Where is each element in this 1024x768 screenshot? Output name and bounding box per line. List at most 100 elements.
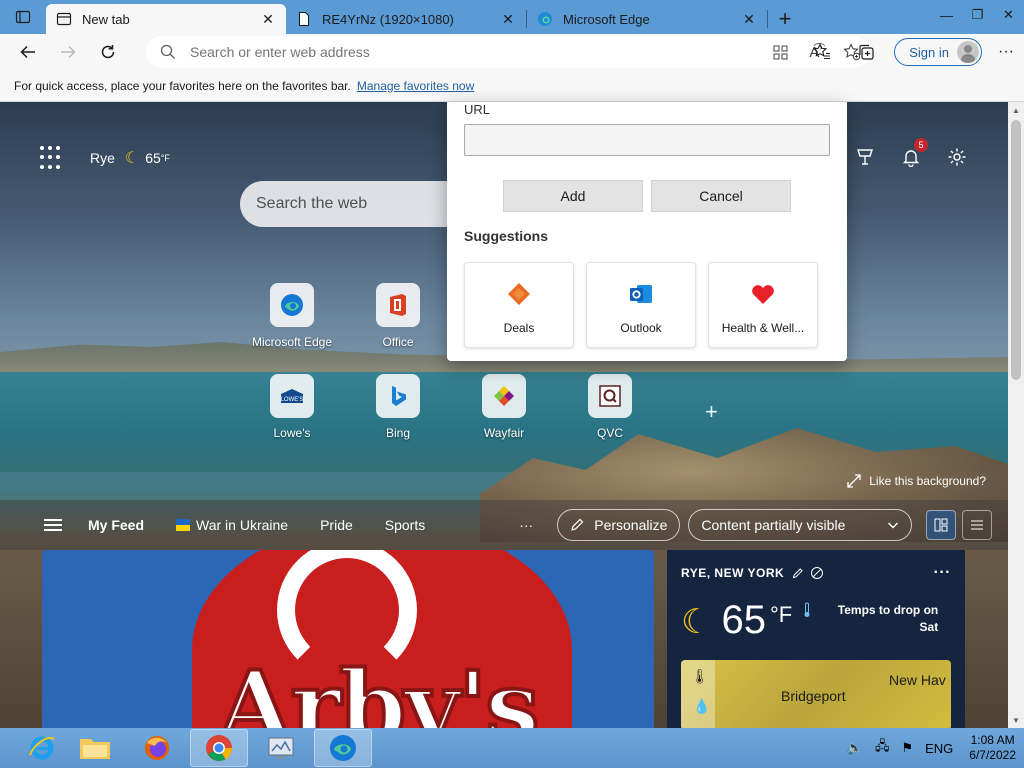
app-launcher-button[interactable] — [40, 146, 64, 170]
tab-actions-button[interactable] — [0, 0, 46, 34]
edge-taskbar-button[interactable] — [314, 729, 372, 767]
edit-location-icon[interactable] — [792, 567, 804, 579]
feed-tab-my-feed[interactable]: My Feed — [88, 517, 144, 533]
tile-label: Lowe's — [273, 426, 311, 440]
refresh-button[interactable] — [88, 36, 128, 68]
add-site-button[interactable]: + — [705, 399, 718, 425]
tab-microsoft-edge[interactable]: Microsoft Edge ✕ — [527, 4, 767, 34]
settings-more-button[interactable]: ··· — [988, 36, 1024, 68]
clock[interactable]: 1:08 AM 6/7/2022 — [969, 733, 1016, 763]
content-visibility-value: Content partially visible — [701, 517, 846, 533]
weather-location: RYE, NEW YORK — [681, 566, 785, 580]
language-indicator[interactable]: ENG — [925, 741, 953, 756]
deals-icon — [506, 281, 532, 307]
favorites-button[interactable] — [800, 36, 844, 68]
new-tab-button[interactable]: + — [768, 4, 802, 34]
url-label: URL — [464, 102, 491, 117]
internet-explorer-button[interactable] — [22, 729, 62, 767]
cancel-button[interactable]: Cancel — [651, 180, 791, 212]
restore-button[interactable]: ❐ — [962, 0, 993, 30]
scroll-up-icon[interactable]: ▲ — [1008, 102, 1024, 118]
expand-icon — [847, 474, 861, 488]
quick-link-edge[interactable]: Microsoft Edge — [252, 283, 332, 349]
url-field[interactable] — [464, 124, 830, 156]
add-button[interactable]: Add — [503, 180, 643, 212]
collections-button[interactable] — [844, 36, 888, 68]
favorites-bar-hint: For quick access, place your favorites h… — [14, 78, 351, 93]
weather-map[interactable]: 🌡 💧 Bridgeport New Hav — [681, 660, 951, 728]
close-tab-icon[interactable]: ✕ — [260, 11, 276, 28]
weather-mini[interactable]: Rye ☾ 65 °F — [90, 148, 170, 168]
clock-time: 1:08 AM — [970, 733, 1015, 747]
dialog-buttons: Add Cancel — [503, 180, 791, 212]
qvc-icon — [588, 374, 632, 418]
feed-tab-pride[interactable]: Pride — [320, 517, 353, 533]
action-center-icon[interactable]: ⚑ — [901, 740, 913, 756]
apps-available-button[interactable] — [762, 37, 798, 67]
tab-image[interactable]: RE4YrNz (1920×1080) ✕ — [286, 4, 526, 34]
list-layout-button[interactable] — [962, 510, 993, 540]
suggestion-health[interactable]: Health & Well... — [708, 262, 818, 348]
forward-button[interactable] — [48, 36, 88, 68]
address-input[interactable] — [190, 44, 762, 60]
feed-more-button[interactable]: ··· — [519, 517, 533, 533]
suggestion-label: Deals — [503, 321, 535, 335]
close-window-button[interactable]: ✕ — [993, 0, 1024, 30]
personalize-button[interactable]: Personalize — [557, 509, 681, 541]
back-button[interactable] — [8, 36, 48, 68]
weather-more-button[interactable]: ··· — [934, 564, 951, 582]
close-tab-icon[interactable]: ✕ — [500, 11, 516, 28]
temp-unit: °F — [160, 153, 170, 163]
tab-strip: New tab ✕ RE4YrNz (1920×1080) ✕ Microsof… — [0, 0, 1024, 34]
page-settings-button[interactable] — [946, 146, 968, 168]
tile-label: Microsoft Edge — [251, 335, 333, 349]
add-site-dialog: URL Add Cancel Suggestions Deals Outlook… — [447, 102, 847, 361]
feed-tab-war-in-ukraine[interactable]: War in Ukraine — [176, 517, 288, 533]
like-background-button[interactable]: Like this background? — [847, 474, 986, 488]
page-scrollbar[interactable]: ▲ ▼ — [1008, 102, 1024, 728]
scroll-thumb[interactable] — [1011, 120, 1021, 380]
volume-muted-icon[interactable]: 🔈 — [847, 740, 863, 756]
quick-link-lowes[interactable]: LOWE'S Lowe's — [257, 374, 327, 440]
tab-new-tab[interactable]: New tab ✕ — [46, 4, 286, 34]
notifications-button[interactable]: 5 — [900, 138, 928, 168]
address-bar: A͡ʼ — [146, 36, 870, 68]
firefox-button[interactable] — [128, 729, 186, 767]
thermometer-icon[interactable]: 🌡 — [691, 668, 709, 685]
suggestion-outlook[interactable]: Outlook — [586, 262, 696, 348]
scroll-down-icon[interactable]: ▼ — [1008, 712, 1024, 728]
quick-link-wayfair[interactable]: Wayfair — [469, 374, 539, 440]
close-tab-icon[interactable]: ✕ — [741, 11, 757, 28]
manage-favorites-link[interactable]: Manage favorites now — [357, 79, 474, 93]
rewards-button[interactable] — [854, 146, 876, 168]
feed-menu-button[interactable] — [44, 516, 62, 534]
quick-link-qvc[interactable]: QVC — [575, 374, 645, 440]
moon-icon: ☾ — [124, 150, 140, 167]
chrome-button[interactable] — [190, 729, 248, 767]
news-card-hero[interactable]: Arby's — [42, 550, 654, 728]
content-visibility-dropdown[interactable]: Content partially visible — [688, 509, 913, 541]
outlook-icon — [628, 281, 654, 307]
lowes-icon: LOWE'S — [270, 374, 314, 418]
file-explorer-button[interactable] — [66, 729, 124, 767]
forward-arrow-icon — [61, 45, 76, 59]
suggestion-deals[interactable]: Deals — [464, 262, 574, 348]
precipitation-icon[interactable]: 💧 — [693, 698, 710, 715]
location-precision-icon[interactable] — [810, 566, 824, 580]
edge-icon — [330, 735, 356, 761]
network-icon[interactable]: 🖧 — [875, 737, 890, 759]
weather-card[interactable]: RYE, NEW YORK ··· ☾ 65 °F Temps to drop … — [667, 550, 965, 728]
control-panel-icon — [268, 737, 294, 759]
more-icon: ··· — [998, 43, 1014, 60]
quick-link-bing[interactable]: Bing — [363, 374, 433, 440]
chrome-icon — [206, 735, 233, 761]
grid-layout-button[interactable] — [926, 510, 957, 540]
list-layout-icon — [971, 520, 984, 530]
web-search-placeholder: Search the web — [256, 195, 368, 212]
quick-link-office[interactable]: Office — [363, 283, 433, 349]
weather-temp: 65 — [721, 598, 766, 642]
minimize-button[interactable]: — — [931, 0, 962, 30]
sign-in-button[interactable]: Sign in — [894, 38, 982, 66]
feed-tab-sports[interactable]: Sports — [385, 517, 425, 533]
control-panel-button[interactable] — [252, 729, 310, 767]
